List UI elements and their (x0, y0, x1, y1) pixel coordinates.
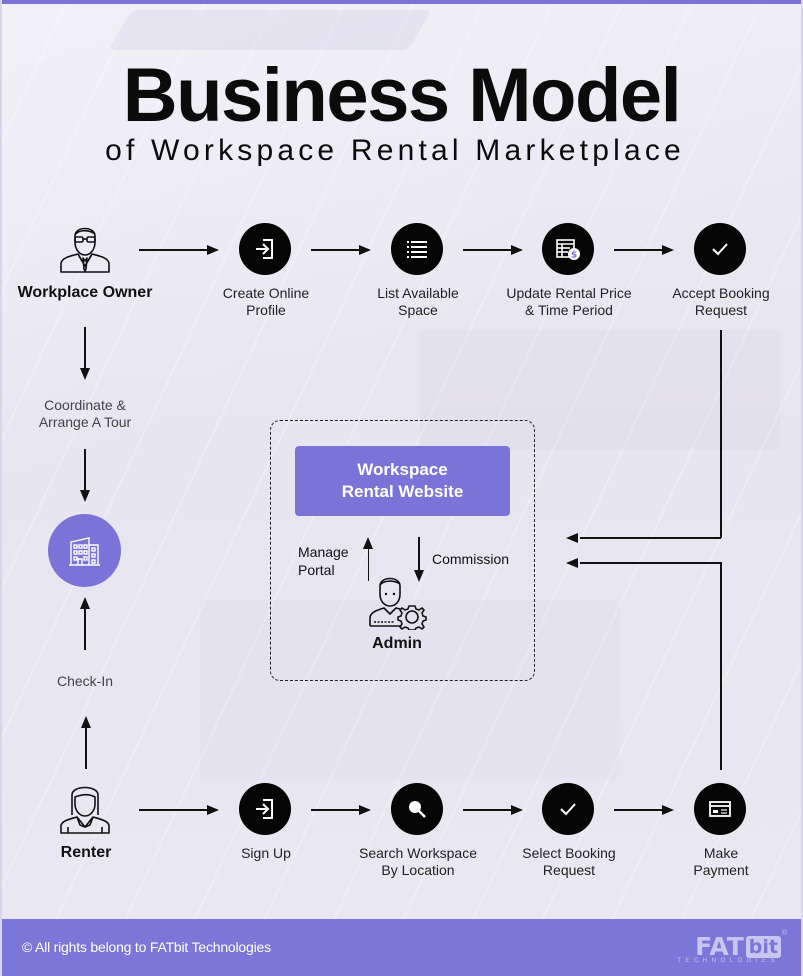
manage-portal-label: Manage Portal (298, 544, 349, 578)
admin-label: Admin (372, 635, 422, 652)
arrow-line (139, 249, 209, 251)
workplace-owner-label: Workplace Owner (17, 284, 153, 301)
renter-label: Renter (60, 844, 112, 861)
connector-line (85, 727, 87, 769)
svg-text:$: $ (571, 251, 577, 261)
arrow-line (463, 809, 513, 811)
search-workspace-node (391, 783, 443, 835)
check-icon (560, 803, 576, 816)
list-space-label: List Available Space (377, 285, 459, 318)
create-profile-label: Create Online Profile (222, 285, 310, 318)
page-title: Business Model (122, 53, 682, 138)
accept-booking-label: Accept Booking Request (672, 285, 770, 318)
arrow-head-right (207, 244, 219, 255)
connector-line (84, 608, 86, 650)
update-price-label: Update Rental Price & Time Period (506, 285, 632, 318)
top-accent-bar (0, 0, 803, 4)
arrow-line (614, 249, 664, 251)
arrow-head-down (79, 368, 90, 380)
renter-woman-icon (60, 786, 110, 834)
page-subtitle: of Workspace Rental Marketplace (105, 134, 685, 167)
connector-line (84, 327, 86, 369)
connector-line (84, 449, 86, 491)
workspace-node (48, 514, 121, 587)
arrow-head-right (662, 244, 674, 255)
sign-in-icon (256, 239, 273, 259)
sign-up-node (239, 783, 291, 835)
arrow-line (463, 249, 513, 251)
accept-booking-node (694, 223, 746, 275)
search-icon (409, 801, 426, 818)
sign-in-icon (256, 799, 273, 819)
arrow-head-right (359, 244, 371, 255)
update-price-node: $ (542, 223, 594, 275)
arrow-line (139, 809, 209, 811)
connector-line (580, 537, 721, 539)
fatbit-logo: FAT bit ® TECHNOLOGIES (671, 930, 787, 966)
admin-icon (369, 577, 427, 630)
logo-bit-text: bit (745, 936, 781, 958)
select-booking-label: Select Booking Request (522, 845, 616, 878)
commission-label: Commission (432, 551, 510, 567)
check-in-label: Check-In (56, 673, 114, 689)
connector-line (418, 537, 420, 571)
registered-mark: ® (781, 930, 787, 937)
building-icon (68, 536, 100, 566)
credit-card-icon (709, 801, 731, 817)
business-man-icon (60, 227, 110, 273)
connector-line (580, 562, 721, 564)
background-decoration (108, 10, 432, 50)
list-icon (407, 241, 427, 258)
arrow-line (311, 249, 361, 251)
arrow-head-right (511, 244, 523, 255)
arrow-line (614, 809, 664, 811)
logo-subtitle: TECHNOLOGIES (677, 958, 779, 964)
connector-line (720, 330, 722, 538)
sign-up-label: Sign Up (241, 845, 291, 861)
workspace-rental-website: Workspace Rental Website (295, 446, 510, 516)
coordinate-tour-label: Coordinate & Arrange A Tour (38, 397, 132, 430)
make-payment-label: Make Payment (693, 845, 749, 878)
arrow-line (311, 809, 361, 811)
arrow-head-down (79, 490, 90, 502)
arrow-head-right (511, 804, 523, 815)
arrow-head-left (566, 557, 578, 568)
arrow-head-left (566, 532, 578, 543)
arrow-head-right (662, 804, 674, 815)
select-booking-node (542, 783, 594, 835)
copyright-text: © All rights belong to FATbit Technologi… (22, 939, 271, 955)
make-payment-node (694, 783, 746, 835)
check-icon (712, 243, 728, 256)
search-workspace-label: Search Workspace By Location (358, 845, 477, 878)
price-sheet-icon: $ (556, 239, 580, 261)
connector-line (720, 562, 722, 770)
logo-main-text: FAT (695, 932, 744, 961)
arrow-head-right (359, 804, 371, 815)
arrow-head-right (207, 804, 219, 815)
list-space-node (391, 223, 443, 275)
create-profile-node (239, 223, 291, 275)
footer: © All rights belong to FATbit Technologi… (2, 919, 801, 976)
